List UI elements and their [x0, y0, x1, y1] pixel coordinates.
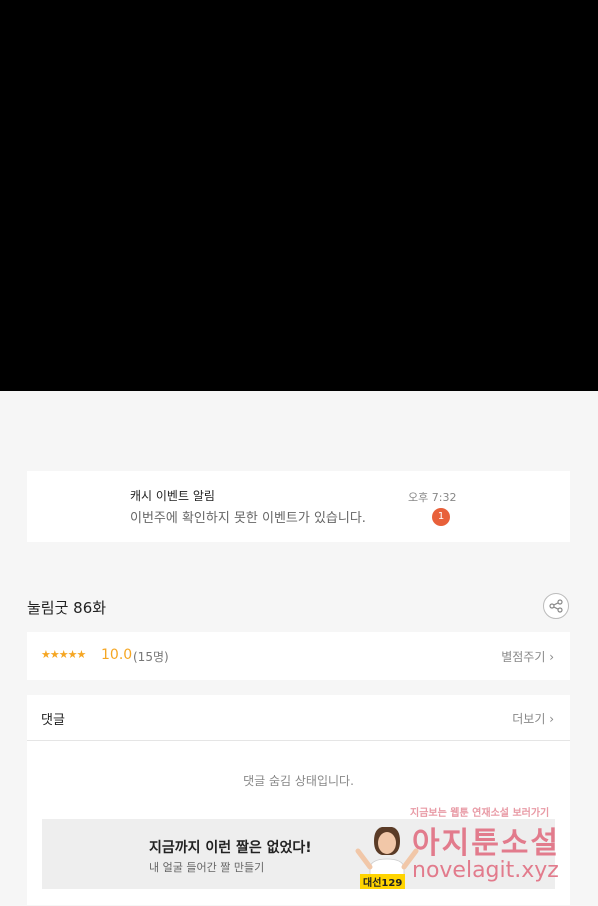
- notification-title: 캐시 이벤트 알림: [130, 489, 215, 503]
- rating-count: (15명): [133, 650, 169, 664]
- share-icon: [549, 599, 563, 613]
- rating-stars: ★★★★★: [41, 648, 86, 661]
- share-button[interactable]: [543, 593, 569, 619]
- banner-subtitle: 내 얼굴 들어간 짤 만들기: [149, 861, 265, 874]
- notification-time: 오후 7:32: [408, 491, 457, 504]
- watermark-line2: 아지툰소설: [412, 826, 560, 861]
- rating-bar: ★★★★★ 10.0 (15명) 별점주기 ›: [27, 632, 570, 680]
- rate-button[interactable]: 별점주기 ›: [501, 648, 554, 665]
- notification-card[interactable]: 캐시 이벤트 알림 이번주에 확인하지 못한 이벤트가 있습니다. 오후 7:3…: [27, 471, 570, 542]
- comments-header: 댓글 더보기 ›: [27, 695, 570, 741]
- watermark: 지금보는 웹툰 연재소설 보러가기 아지툰소설 novelagit.xyz: [410, 804, 580, 894]
- comments-label: 댓글: [41, 713, 65, 728]
- notification-message: 이번주에 확인하지 못한 이벤트가 있습니다.: [130, 511, 366, 526]
- more-button[interactable]: 더보기 ›: [512, 710, 554, 727]
- notification-badge: 1: [432, 508, 450, 526]
- comments-hidden-message: 댓글 숨김 상태입니다.: [243, 774, 354, 788]
- viewer-image-area: [0, 0, 598, 391]
- watermark-line1: 지금보는 웹툰 연재소설 보러가기: [410, 808, 550, 819]
- banner-image-label: 대선129: [360, 874, 406, 889]
- rating-score: 10.0: [101, 647, 133, 663]
- banner-title: 지금까지 이런 짤은 없었다!: [149, 840, 312, 856]
- watermark-line3: novelagit.xyz: [412, 858, 559, 883]
- episode-title: 눌림굿 86화: [27, 599, 107, 617]
